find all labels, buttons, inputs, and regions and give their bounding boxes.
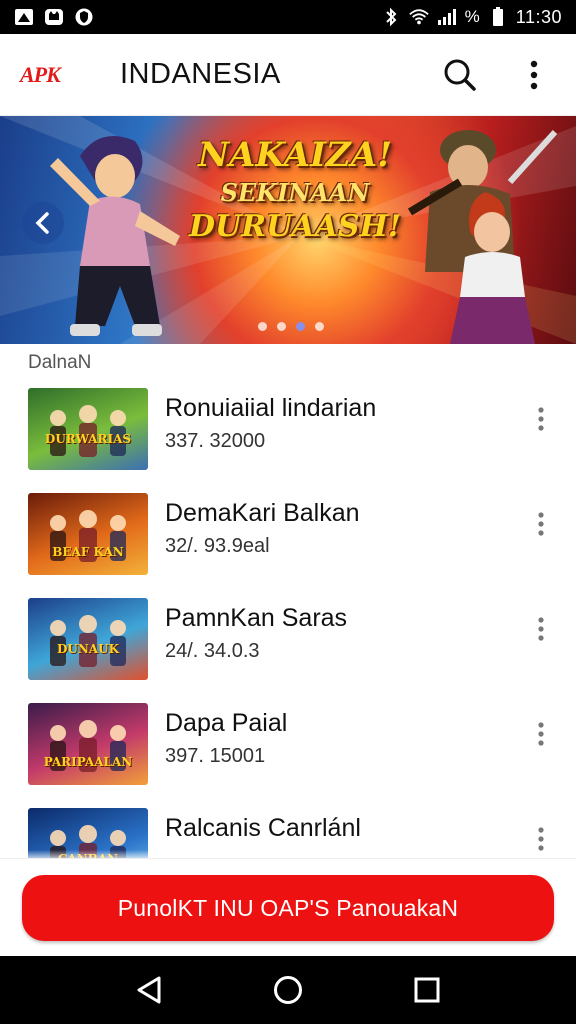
status-left-icons: [14, 7, 94, 27]
list-item[interactable]: DURWARIAS Ronuiaiial lindarian 337. 32000: [0, 384, 576, 474]
status-time: 11:30: [515, 6, 562, 27]
thumbnail-caption: BEAF KAN: [52, 545, 124, 559]
thumbnail-caption: DUNAUK: [56, 642, 120, 656]
more-vert-icon[interactable]: [528, 719, 554, 749]
list-item[interactable]: PARIPAALAN Dapa Paial 397. 15001: [0, 699, 576, 789]
system-nav-bar: [0, 956, 576, 1024]
download-button[interactable]: PunolKT INU OAP'S PanouakaN: [22, 875, 554, 941]
list-item[interactable]: DUNAUK PamnKan Saras 24/. 34.0.3: [0, 594, 576, 684]
app-list: DURWARIAS Ronuiaiial lindarian 337. 32000 B…: [0, 384, 576, 858]
bluetooth-icon: [381, 7, 401, 27]
banner-title-line3: DURUAASH!: [188, 208, 402, 244]
thumbnail-caption: DURWARIAS: [44, 432, 132, 446]
back-triangle-icon[interactable]: [125, 966, 173, 1014]
banner-title-line1: NAKAIZA!: [197, 135, 393, 175]
thumbnail-characters: [50, 615, 126, 667]
pagination-dot[interactable]: [315, 322, 324, 331]
app-notification-icon: [14, 7, 34, 27]
app-subtitle: 24/. 34.0.3: [165, 640, 260, 662]
more-vert-icon[interactable]: [528, 509, 554, 539]
home-circle-icon[interactable]: [264, 966, 312, 1014]
recents-square-icon[interactable]: [403, 966, 451, 1014]
hero-left-illustration: [50, 136, 180, 336]
app-thumbnail[interactable]: BEAF KAN: [28, 493, 148, 575]
more-vert-icon[interactable]: [528, 614, 554, 644]
hero-right-illustration: [407, 129, 558, 344]
app-title: DemaKari Balkan: [165, 499, 360, 527]
thumbnail-characters: [50, 405, 126, 457]
thumbnail-characters: [50, 720, 126, 772]
app-title: Ronuiaiial lindarian: [165, 394, 377, 422]
promo-banner[interactable]: NAKAIZA! SEKINAAN DURUAASH!: [0, 116, 576, 344]
shield-icon: [74, 7, 94, 27]
app-subtitle: 397. 15001: [165, 745, 266, 767]
pagination-dot[interactable]: [277, 322, 286, 331]
banner-title: NAKAIZA! SEKINAAN DURUAASH!: [180, 135, 410, 244]
pagination-dot[interactable]: [296, 322, 305, 331]
app-logo[interactable]: APK: [20, 62, 82, 88]
app-thumbnail[interactable]: DUNAUK: [28, 598, 148, 680]
signal-icon: [437, 7, 457, 27]
wifi-icon: [408, 7, 429, 27]
thumbnail-characters: [50, 510, 126, 562]
app-thumbnail[interactable]: DURWARIAS: [28, 388, 148, 470]
search-icon[interactable]: [438, 53, 482, 97]
more-vert-icon[interactable]: [528, 404, 554, 434]
banner-title-line2: SEKINAAN: [220, 177, 370, 207]
app-title: Ralcanis Canrlánl: [165, 814, 361, 842]
app-bar: APK INDANESIA: [0, 34, 576, 116]
app-title: Dapa Paial: [165, 709, 288, 737]
chevron-left-icon[interactable]: [22, 202, 64, 244]
pagination-dot[interactable]: [258, 322, 267, 331]
app-thumbnail[interactable]: PARIPAALAN: [28, 703, 148, 785]
battery-percent-label: %: [464, 7, 480, 26]
section-label: DalnaN: [28, 352, 92, 373]
list-item[interactable]: BEAF KAN DemaKari Balkan 32/. 93.9eal: [0, 489, 576, 579]
status-right-icons: % 11:30: [381, 7, 562, 28]
cta-container: PunolKT INU OAP'S PanouakaN: [0, 858, 576, 956]
battery-icon: [488, 7, 508, 27]
page-title: INDANESIA: [120, 58, 281, 90]
cat-icon: [44, 7, 64, 27]
app-subtitle: 32/. 93.9eal: [165, 535, 270, 557]
banner-pagination: [258, 322, 324, 331]
status-bar: % 11:30: [0, 0, 576, 34]
more-vert-icon[interactable]: [512, 53, 556, 97]
app-title: PamnKan Saras: [165, 604, 348, 632]
thumbnail-caption: PARIPAALAN: [43, 755, 133, 769]
app-subtitle: 337. 32000: [165, 430, 266, 452]
appbar-actions: [438, 53, 556, 97]
